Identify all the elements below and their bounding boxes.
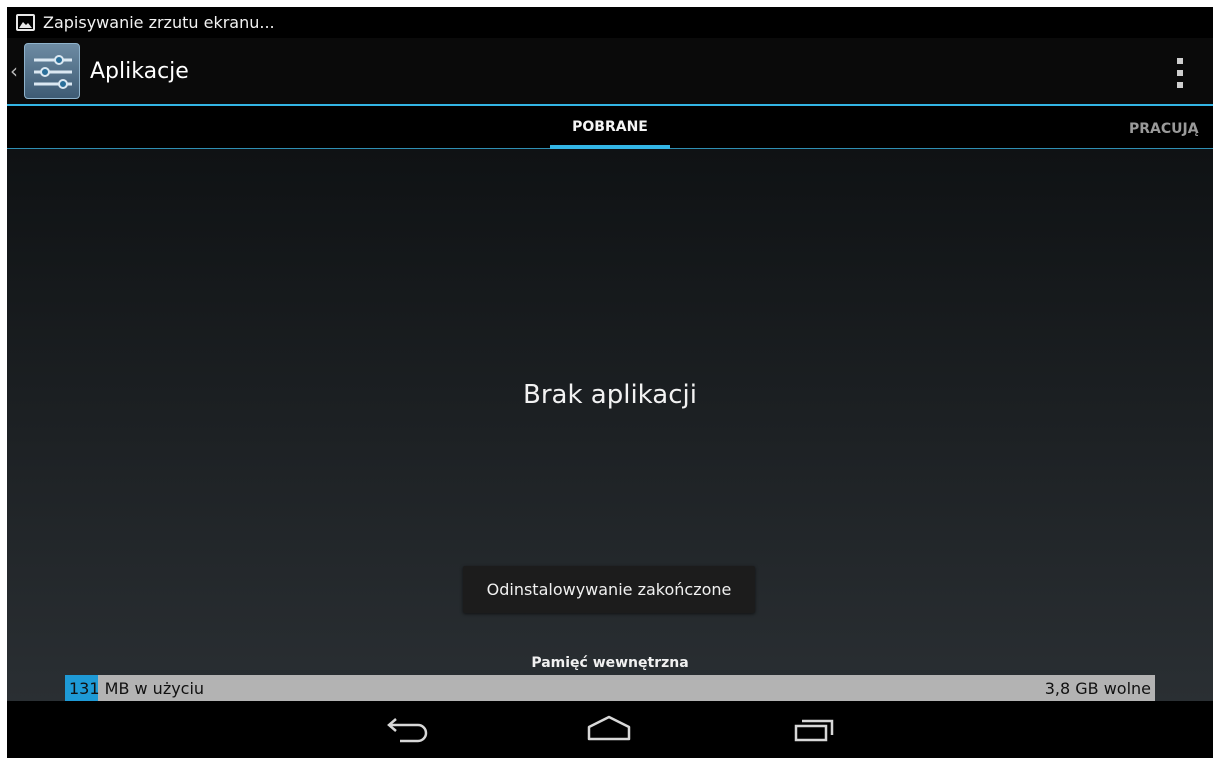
back-arrow-icon[interactable] [376,711,436,747]
storage-used-value: 131 [69,678,100,698]
action-bar: ‹ Aplikacje [7,38,1213,106]
device-screen: Zapisywanie zrzutu ekranu... ‹ Aplikacje… [7,7,1213,758]
page-title: Aplikacje [90,58,189,84]
overflow-menu-icon[interactable] [1175,58,1185,88]
navigation-bar [7,701,1213,758]
storage-label: Pamięć wewnętrzna [531,655,689,671]
recent-apps-icon[interactable] [784,711,844,747]
status-bar: Zapisywanie zrzutu ekranu... [7,7,1213,38]
empty-list-message: Brak aplikacji [523,380,697,410]
up-caret-icon[interactable]: ‹ [10,59,22,83]
home-icon[interactable] [579,711,639,747]
storage-bar: 131 MB w użyciu 3,8 GB wolne [65,675,1155,701]
notification-text: Zapisywanie zrzutu ekranu... [43,13,275,32]
settings-sliders-icon[interactable] [24,43,80,99]
storage-used-text: 131 MB w użyciu [69,675,204,701]
toast-message: Odinstalowywanie zakończone [486,580,732,599]
toast: Odinstalowywanie zakończone [463,566,755,613]
storage-free-text: 3,8 GB wolne [1044,678,1151,698]
tab-downloaded[interactable]: POBRANE [550,108,670,149]
storage-used-suffix: MB w użyciu [99,678,205,698]
tab-running[interactable]: PRACUJĄ [1129,108,1213,149]
tab-strip: POBRANE PRACUJĄ [7,108,1213,149]
screenshot-image-icon [16,14,35,31]
app-list-area: Brak aplikacji Odinstalowywanie zakończo… [7,149,1213,701]
